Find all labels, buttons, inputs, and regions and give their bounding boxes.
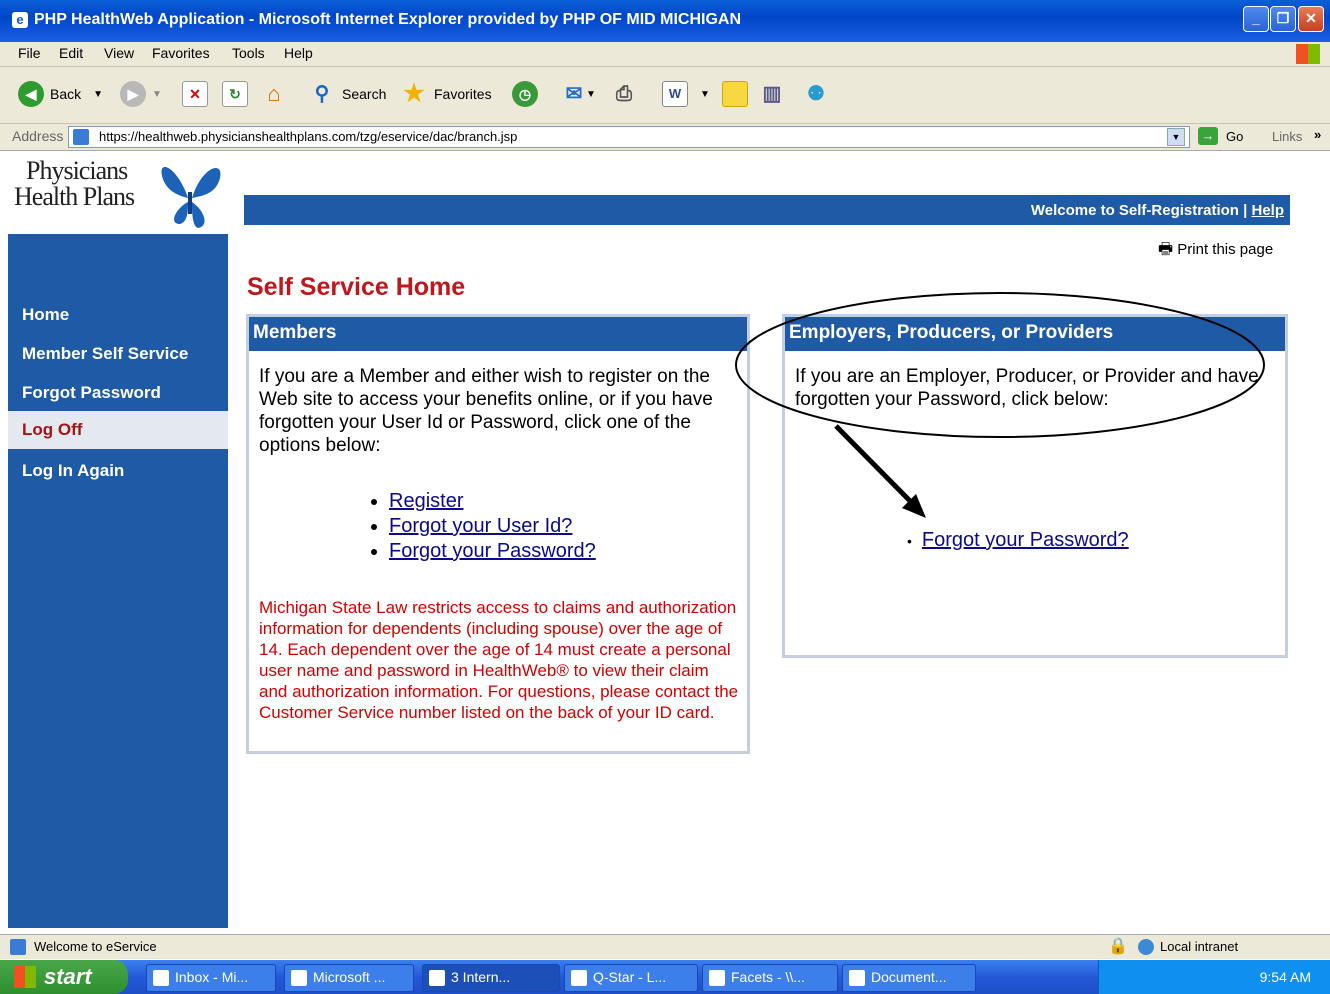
word-task-icon bbox=[849, 970, 865, 986]
task-inbox[interactable]: Inbox - Mi... bbox=[146, 964, 276, 992]
status-bar: Welcome to eService 🔒 Local intranet bbox=[0, 934, 1330, 959]
task-label: Document... bbox=[871, 969, 947, 985]
highlight-ellipse bbox=[735, 292, 1265, 438]
system-tray: 9:54 AM bbox=[1098, 960, 1330, 994]
page-status-icon bbox=[10, 939, 26, 955]
start-label: start bbox=[44, 964, 92, 989]
task-label: 3 Intern... bbox=[451, 969, 511, 985]
annotation-arrow bbox=[834, 424, 917, 508]
clock[interactable]: 9:54 AM bbox=[1260, 969, 1311, 985]
task-label: Microsoft ... bbox=[313, 969, 386, 985]
taskbar: start Inbox - Mi... Microsoft ... 3 Inte… bbox=[0, 960, 1330, 994]
excel-icon bbox=[291, 970, 307, 986]
task-internet-explorer[interactable]: 3 Intern... bbox=[422, 964, 560, 992]
windows-start-icon bbox=[14, 966, 36, 988]
qstar-icon bbox=[571, 970, 587, 986]
intranet-icon bbox=[1138, 939, 1154, 955]
zone-text: Local intranet bbox=[1160, 939, 1239, 954]
task-label: Inbox - Mi... bbox=[175, 969, 249, 985]
status-text: Welcome to eService bbox=[34, 939, 157, 954]
facets-icon bbox=[709, 970, 725, 986]
task-label: Q-Star - L... bbox=[593, 969, 667, 985]
lock-icon: 🔒 bbox=[1108, 938, 1128, 955]
task-label: Facets - \\... bbox=[731, 969, 805, 985]
ie-task-icon bbox=[429, 970, 445, 986]
task-document[interactable]: Document... bbox=[842, 964, 976, 992]
start-button[interactable]: start bbox=[0, 960, 128, 994]
outlook-icon bbox=[153, 970, 169, 986]
annotation-overlay bbox=[735, 292, 1265, 518]
task-qstar[interactable]: Q-Star - L... bbox=[564, 964, 698, 992]
task-microsoft[interactable]: Microsoft ... bbox=[284, 964, 414, 992]
task-facets[interactable]: Facets - \\... bbox=[702, 964, 838, 992]
